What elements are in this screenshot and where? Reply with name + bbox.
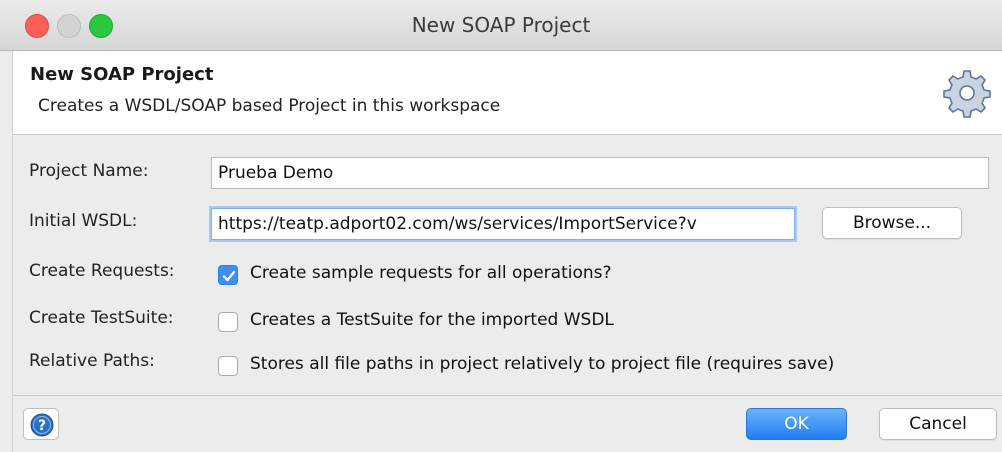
initial-wsdl-label: Initial WSDL: — [29, 211, 138, 231]
create-requests-checkbox[interactable] — [218, 265, 238, 285]
svg-text:?: ? — [38, 418, 46, 434]
gear-icon — [943, 70, 991, 118]
relative-paths-checkbox-label[interactable]: Stores all file paths in project relativ… — [250, 354, 834, 374]
window-title: New SOAP Project — [411, 13, 591, 37]
create-testsuite-checkbox[interactable] — [218, 312, 238, 332]
initial-wsdl-input[interactable] — [211, 208, 795, 240]
project-form: Project Name: Initial WSDL: Browse... Cr… — [12, 135, 1002, 395]
dialog-footer: ? OK Cancel — [12, 395, 1002, 452]
dialog-header: New SOAP Project Creates a WSDL/SOAP bas… — [12, 51, 1002, 135]
create-testsuite-label: Create TestSuite: — [29, 308, 174, 328]
browse-button[interactable]: Browse... — [822, 207, 962, 239]
create-requests-checkbox-label[interactable]: Create sample requests for all operation… — [250, 263, 612, 283]
relative-paths-checkbox[interactable] — [218, 356, 238, 376]
header-title: New SOAP Project — [30, 64, 214, 85]
create-requests-label: Create Requests: — [29, 261, 175, 281]
help-button[interactable]: ? — [23, 408, 59, 440]
project-name-label: Project Name: — [29, 161, 149, 181]
relative-paths-label: Relative Paths: — [29, 351, 155, 371]
create-testsuite-checkbox-label[interactable]: Creates a TestSuite for the imported WSD… — [250, 310, 614, 330]
help-icon: ? — [30, 413, 54, 437]
project-name-input[interactable] — [211, 157, 989, 189]
ok-button[interactable]: OK — [746, 408, 847, 440]
new-soap-project-dialog: New SOAP Project New SOAP Project Create… — [0, 0, 1002, 452]
checkmark-icon — [222, 270, 236, 282]
header-description: Creates a WSDL/SOAP based Project in thi… — [38, 96, 501, 116]
title-bar: New SOAP Project — [0, 0, 1002, 51]
cancel-button[interactable]: Cancel — [879, 408, 997, 440]
